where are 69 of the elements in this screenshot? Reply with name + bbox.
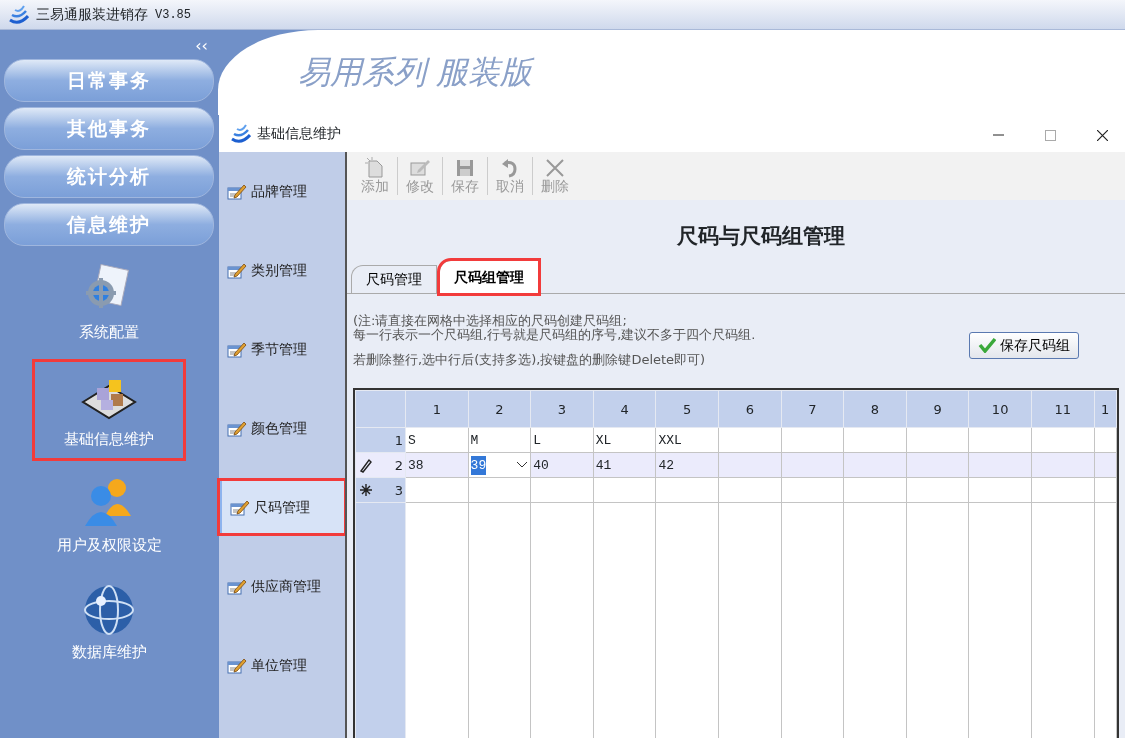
app-logo-icon <box>229 122 251 145</box>
menu-button[interactable]: 统计分析 <box>4 155 214 198</box>
nav-item[interactable]: 单位管理 <box>219 638 345 692</box>
maximize-icon <box>1044 129 1056 141</box>
app-title: 三易通服装进销存 <box>36 5 148 24</box>
row-header[interactable]: 3 <box>355 477 406 503</box>
note-text: (注:请直接在网格中选择相应的尺码创建尺码组; <box>353 313 628 328</box>
slogan-text: 易用系列 服装版 <box>298 52 536 93</box>
save-size-group-button[interactable]: 保存尺码组 <box>969 331 1079 359</box>
note-text: 每一行表示一个尺码组,行号就是尺码组的序号,建议不多于四个尺码组. <box>353 328 756 344</box>
tab[interactable]: 尺码管理 <box>351 264 437 293</box>
edit-icon <box>227 261 247 279</box>
edit-icon <box>227 419 247 437</box>
app-version: V3.85 <box>155 6 191 24</box>
column-header: 8 <box>843 390 907 428</box>
row-header[interactable]: 1 <box>355 427 406 453</box>
module-item[interactable]: 数据库维护 <box>34 573 184 672</box>
module-item[interactable]: 用户及权限设定 <box>34 467 184 566</box>
nav-item[interactable]: 供应商管理 <box>219 559 345 613</box>
page-heading: 尺码与尺码组管理 <box>676 222 846 250</box>
table-cell: XXL <box>655 427 719 453</box>
minimize-icon <box>992 134 1004 136</box>
row-number: 2 <box>394 456 403 475</box>
column-header: 2 <box>468 390 531 428</box>
nav-item[interactable]: 颜色管理 <box>219 401 345 455</box>
row-number: 3 <box>394 481 403 500</box>
table-cell: L <box>530 427 594 453</box>
tab[interactable]: 尺码组管理 <box>439 259 539 294</box>
column-header: 5 <box>655 390 719 428</box>
row-number: 1 <box>394 431 403 450</box>
pencil-icon <box>358 457 374 474</box>
column-header: 7 <box>781 390 844 428</box>
column-header: 3 <box>530 390 594 428</box>
grid-corner <box>355 390 406 428</box>
module-item[interactable]: 系统配置 <box>34 254 184 353</box>
dropdown-caret-icon <box>516 461 529 470</box>
asterisk-icon <box>358 482 374 499</box>
nav-item[interactable]: 尺码管理 <box>219 480 345 534</box>
column-header: 11 <box>1031 390 1095 428</box>
new-file-icon <box>364 157 386 180</box>
check-icon <box>978 337 996 353</box>
column-header: 6 <box>718 390 782 428</box>
collapse-button[interactable]: ‹‹ <box>189 30 214 54</box>
table-cell: M <box>468 427 531 453</box>
edit-icon <box>230 498 250 516</box>
menu-button[interactable]: 其他事务 <box>4 107 214 150</box>
edit-icon <box>227 182 247 200</box>
column-header: 9 <box>906 390 969 428</box>
edit-icon <box>227 577 247 595</box>
module-item[interactable]: 基础信息维护 <box>34 360 184 459</box>
edit-icon <box>227 340 247 358</box>
table-cell: XL <box>593 427 656 453</box>
column-header: 1 <box>1094 390 1117 428</box>
app-logo-icon <box>7 3 29 26</box>
nav-item[interactable]: 类别管理 <box>219 243 345 297</box>
nav-item[interactable]: 季节管理 <box>219 322 345 376</box>
window-title: 基础信息维护 <box>257 124 342 143</box>
menu-button[interactable]: 日常事务 <box>4 59 214 102</box>
column-header: 4 <box>593 390 656 428</box>
menu-button[interactable]: 信息维护 <box>4 203 214 246</box>
note-text: 若删除整行,选中行后(支持多选),按键盘的删除键Delete即可) <box>353 353 707 369</box>
nav-item[interactable]: 品牌管理 <box>219 164 345 218</box>
selected-text: 39 <box>470 455 487 476</box>
column-header: 1 <box>405 390 469 428</box>
column-header: 10 <box>968 390 1032 428</box>
edit-icon <box>227 656 247 674</box>
table-cell: S <box>405 427 469 453</box>
close-icon <box>1096 129 1108 141</box>
row-header[interactable]: 2 <box>355 452 406 478</box>
